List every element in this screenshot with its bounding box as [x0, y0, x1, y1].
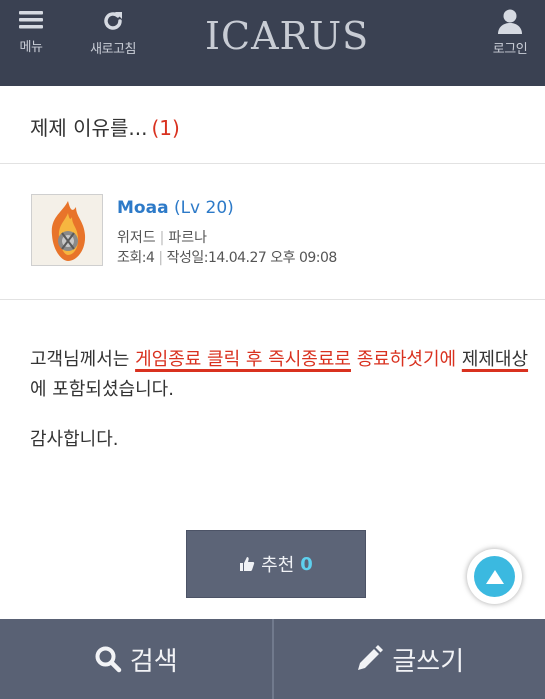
content-text: 에 포함되셨습니다. [30, 379, 174, 400]
divider: | [158, 250, 163, 266]
write-label: 글쓰기 [392, 646, 465, 677]
login-label: 로그인 [492, 42, 528, 57]
recommend-button[interactable]: 추천 0 [186, 530, 366, 598]
write-button[interactable]: 글쓰기 [274, 619, 545, 699]
content-highlight: 게임종료 클릭 후 즉시종료로 [135, 349, 351, 370]
post-meta: 조회:4 | 작성일:14.04.27 오후 09:08 [117, 247, 337, 267]
divider: | [159, 230, 165, 246]
view-count: 조회:4 [117, 250, 155, 266]
scroll-top-inner [474, 556, 515, 597]
menu-label: 메뉴 [19, 40, 43, 55]
hamburger-icon [19, 11, 43, 29]
post-content: 고객님께서는 게임종료 클릭 후 즉시종료로 종료하셧기에 제제대상에 포함되셨… [30, 345, 530, 405]
post-title: 제제 이유를... (1) [30, 112, 180, 141]
search-button[interactable]: 검색 [0, 619, 272, 699]
author-nickname[interactable]: Moaa [117, 198, 169, 218]
top-bar: 메뉴 새로고침 ICARUS 로그인 [0, 0, 545, 86]
content-highlight: 종료하셧기에 [350, 349, 457, 370]
recommend-count: 0 [300, 553, 313, 575]
refresh-button[interactable]: 새로고침 [78, 8, 148, 57]
post-date: 작성일:14.04.27 오후 09:08 [166, 250, 338, 266]
login-button[interactable]: 로그인 [485, 8, 535, 57]
recommend-label: 추천 [261, 555, 295, 576]
scroll-top-button[interactable] [467, 549, 522, 604]
pencil-icon [358, 645, 384, 670]
comment-count[interactable]: (1) [151, 116, 179, 140]
avatar [31, 194, 103, 266]
icarus-logo[interactable]: ICARUS [205, 14, 369, 58]
author-level: (Lv 20) [173, 198, 234, 218]
triangle-up-icon [485, 569, 504, 584]
search-icon [95, 646, 122, 673]
post-title-row: 제제 이유를... (1) [0, 86, 545, 164]
author-class: 위저드 [117, 230, 156, 246]
refresh-label: 새로고침 [90, 42, 136, 57]
content-underline: 제제대상 [461, 349, 529, 370]
menu-button[interactable]: 메뉴 [14, 8, 48, 55]
author-info: Moaa (Lv 20) 위저드 | 파르나 조회:4 | 작성일:14.04.27 오… [0, 164, 545, 300]
flame-emblem-icon [32, 195, 102, 265]
post-title-text: 제제 이유를... [30, 116, 148, 140]
content-thanks: 감사합니다. [30, 429, 119, 450]
content-text: 고객님께서는 [30, 349, 136, 370]
refresh-icon [104, 12, 122, 30]
author-name[interactable]: Moaa (Lv 20) [117, 198, 234, 218]
search-label: 검색 [129, 646, 178, 677]
thumbs-up-icon [240, 557, 255, 571]
author-server: 파르나 [168, 230, 207, 246]
bottom-bar: 검색 글쓰기 [0, 619, 545, 699]
user-icon [498, 9, 522, 34]
author-class-server: 위저드 | 파르나 [117, 227, 207, 247]
